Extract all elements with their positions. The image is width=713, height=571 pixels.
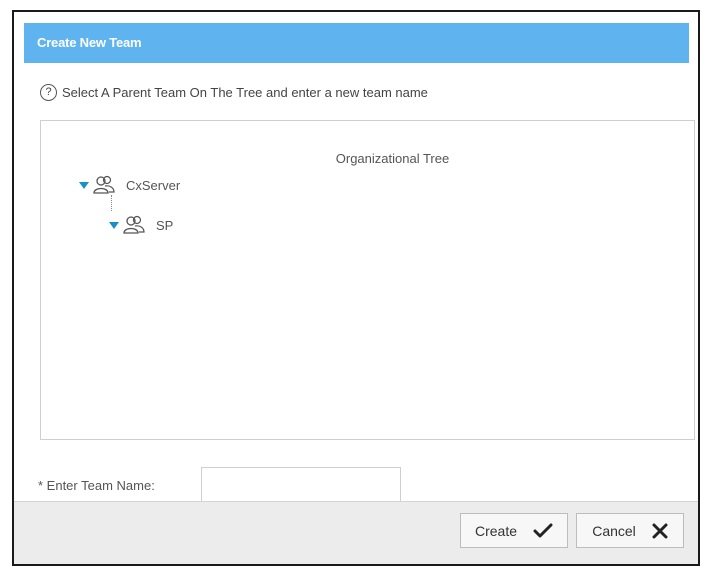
create-team-dialog: Create New Team ? Select A Parent Team O… — [12, 10, 700, 566]
tree-connector — [111, 195, 113, 211]
cancel-button[interactable]: Cancel — [576, 513, 684, 548]
help-text: Select A Parent Team On The Tree and ent… — [62, 84, 428, 100]
close-icon — [652, 523, 668, 539]
check-icon — [533, 523, 553, 539]
expand-arrow-icon[interactable] — [109, 221, 119, 229]
dialog-title: Create New Team — [24, 23, 689, 63]
team-name-row: * Enter Team Name: — [38, 467, 401, 503]
help-icon[interactable]: ? — [40, 83, 57, 101]
tree-node-cxserver[interactable]: CxServer — [79, 175, 180, 195]
tree-panel: Organizational Tree CxServer SP — [40, 120, 695, 440]
team-icon — [93, 175, 115, 194]
tree-node-sp[interactable]: SP — [109, 215, 173, 235]
team-name-input[interactable] — [201, 467, 401, 503]
tree-node-label: SP — [156, 217, 174, 233]
create-button-label: Create — [474, 522, 518, 539]
team-name-label: * Enter Team Name: — [38, 477, 155, 493]
team-icon — [123, 215, 145, 234]
expand-arrow-icon[interactable] — [79, 181, 89, 189]
tree-node-label: CxServer — [126, 177, 181, 193]
help-row: ? Select A Parent Team On The Tree and e… — [40, 81, 428, 103]
dialog-footer: Create Cancel — [14, 501, 698, 564]
cancel-button-label: Cancel — [592, 522, 636, 539]
create-button[interactable]: Create — [460, 513, 568, 548]
tree-title: Organizational Tree — [335, 151, 450, 166]
